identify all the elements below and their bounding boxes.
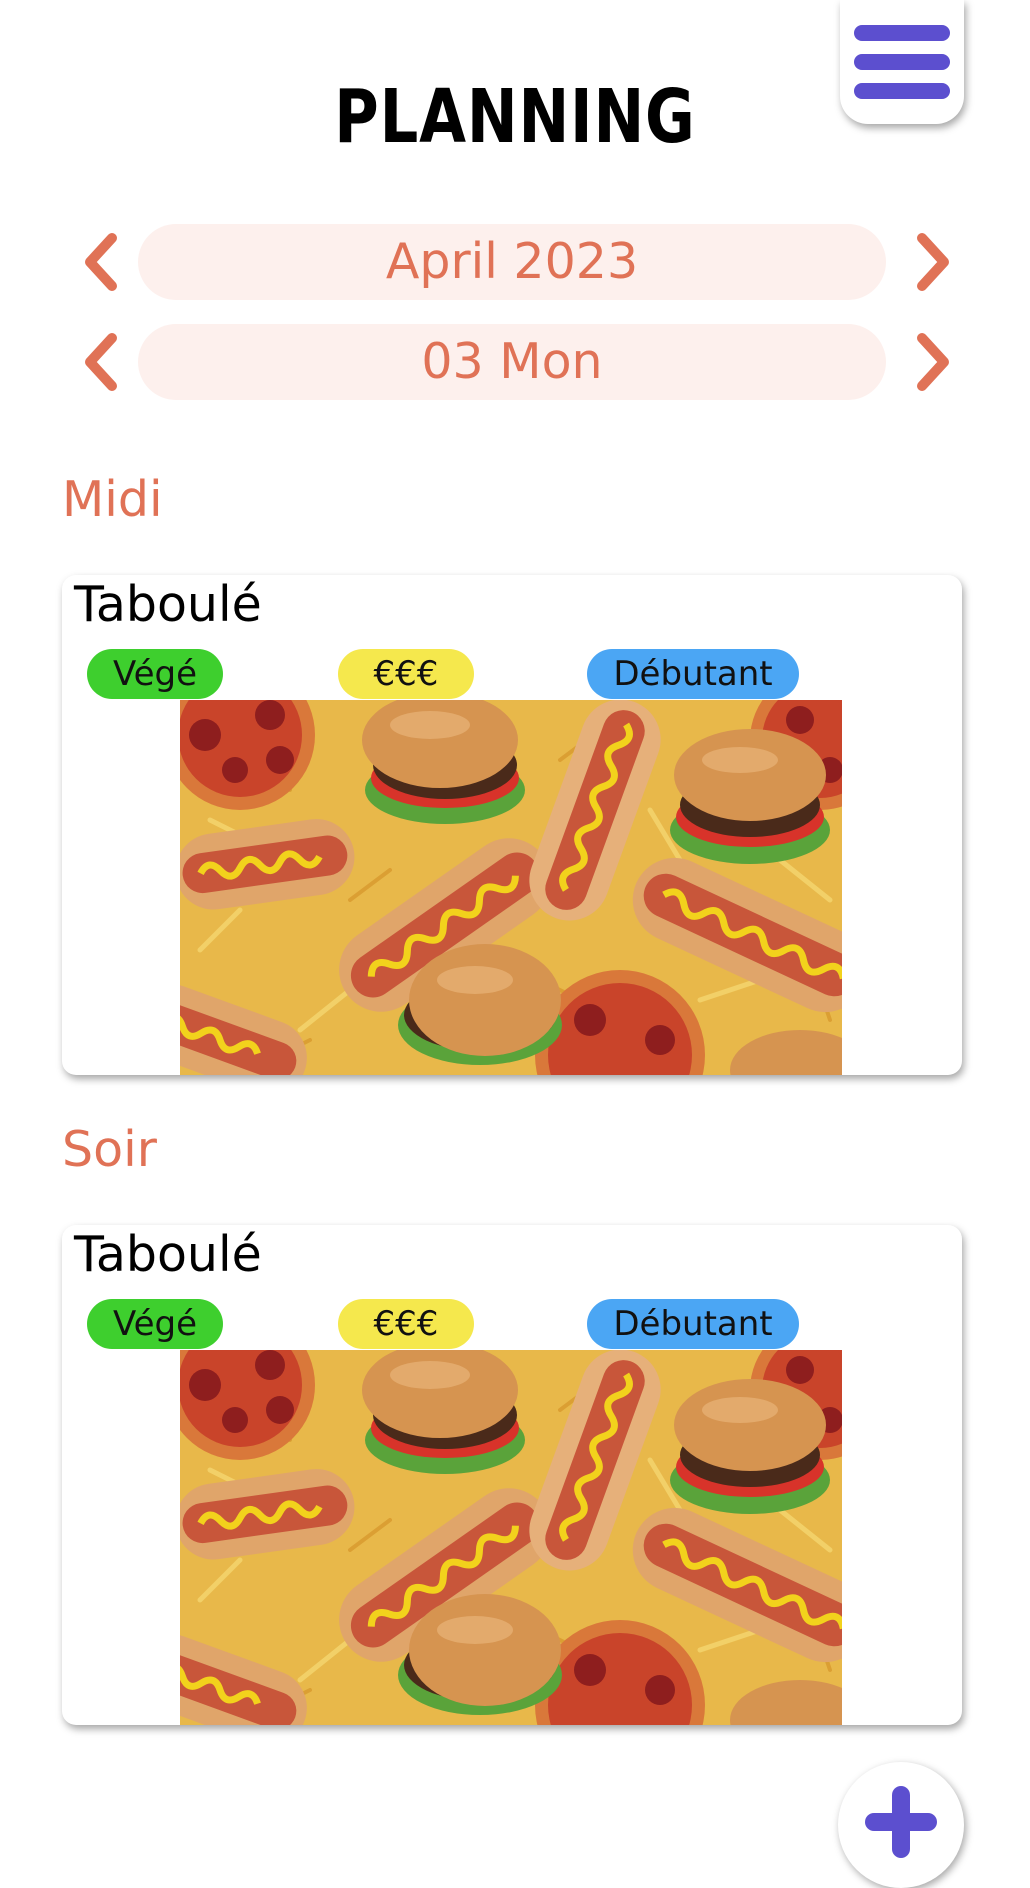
month-navigator: April 2023 <box>0 224 1030 300</box>
level-tag: Débutant <box>587 649 799 699</box>
level-tag: Débutant <box>587 1299 799 1349</box>
section-label-midi: Midi <box>62 471 163 528</box>
chevron-left-icon <box>85 333 117 391</box>
day-navigator: 03 Mon <box>0 324 1030 400</box>
chevron-right-icon <box>917 333 949 391</box>
plus-icon <box>865 1786 937 1858</box>
diet-tag: Végé <box>87 649 223 699</box>
diet-tag: Végé <box>87 1299 223 1349</box>
meal-title: Taboulé <box>74 1226 262 1283</box>
meal-title: Taboulé <box>74 576 262 633</box>
hamburger-menu-bar <box>854 83 950 99</box>
page-title: PLANNING <box>334 74 696 160</box>
meal-image <box>180 700 842 1075</box>
month-display[interactable]: April 2023 <box>138 224 886 300</box>
hamburger-menu-icon <box>854 25 950 41</box>
previous-day-button[interactable] <box>72 328 128 396</box>
meal-image <box>180 1350 842 1725</box>
price-tag: €€€ <box>338 1299 474 1349</box>
hamburger-menu-bar <box>854 54 950 70</box>
next-day-button[interactable] <box>906 328 962 396</box>
day-display[interactable]: 03 Mon <box>138 324 886 400</box>
add-meal-button[interactable] <box>838 1762 964 1888</box>
meal-card-soir[interactable]: Taboulé Végé €€€ Débutant <box>62 1225 962 1725</box>
price-tag: €€€ <box>338 649 474 699</box>
previous-month-button[interactable] <box>72 228 128 296</box>
section-label-soir: Soir <box>62 1121 157 1178</box>
meal-card-midi[interactable]: Taboulé Végé €€€ Débutant <box>62 575 962 1075</box>
chevron-left-icon <box>85 233 117 291</box>
chevron-right-icon <box>917 233 949 291</box>
menu-button[interactable] <box>840 0 964 124</box>
next-month-button[interactable] <box>906 228 962 296</box>
